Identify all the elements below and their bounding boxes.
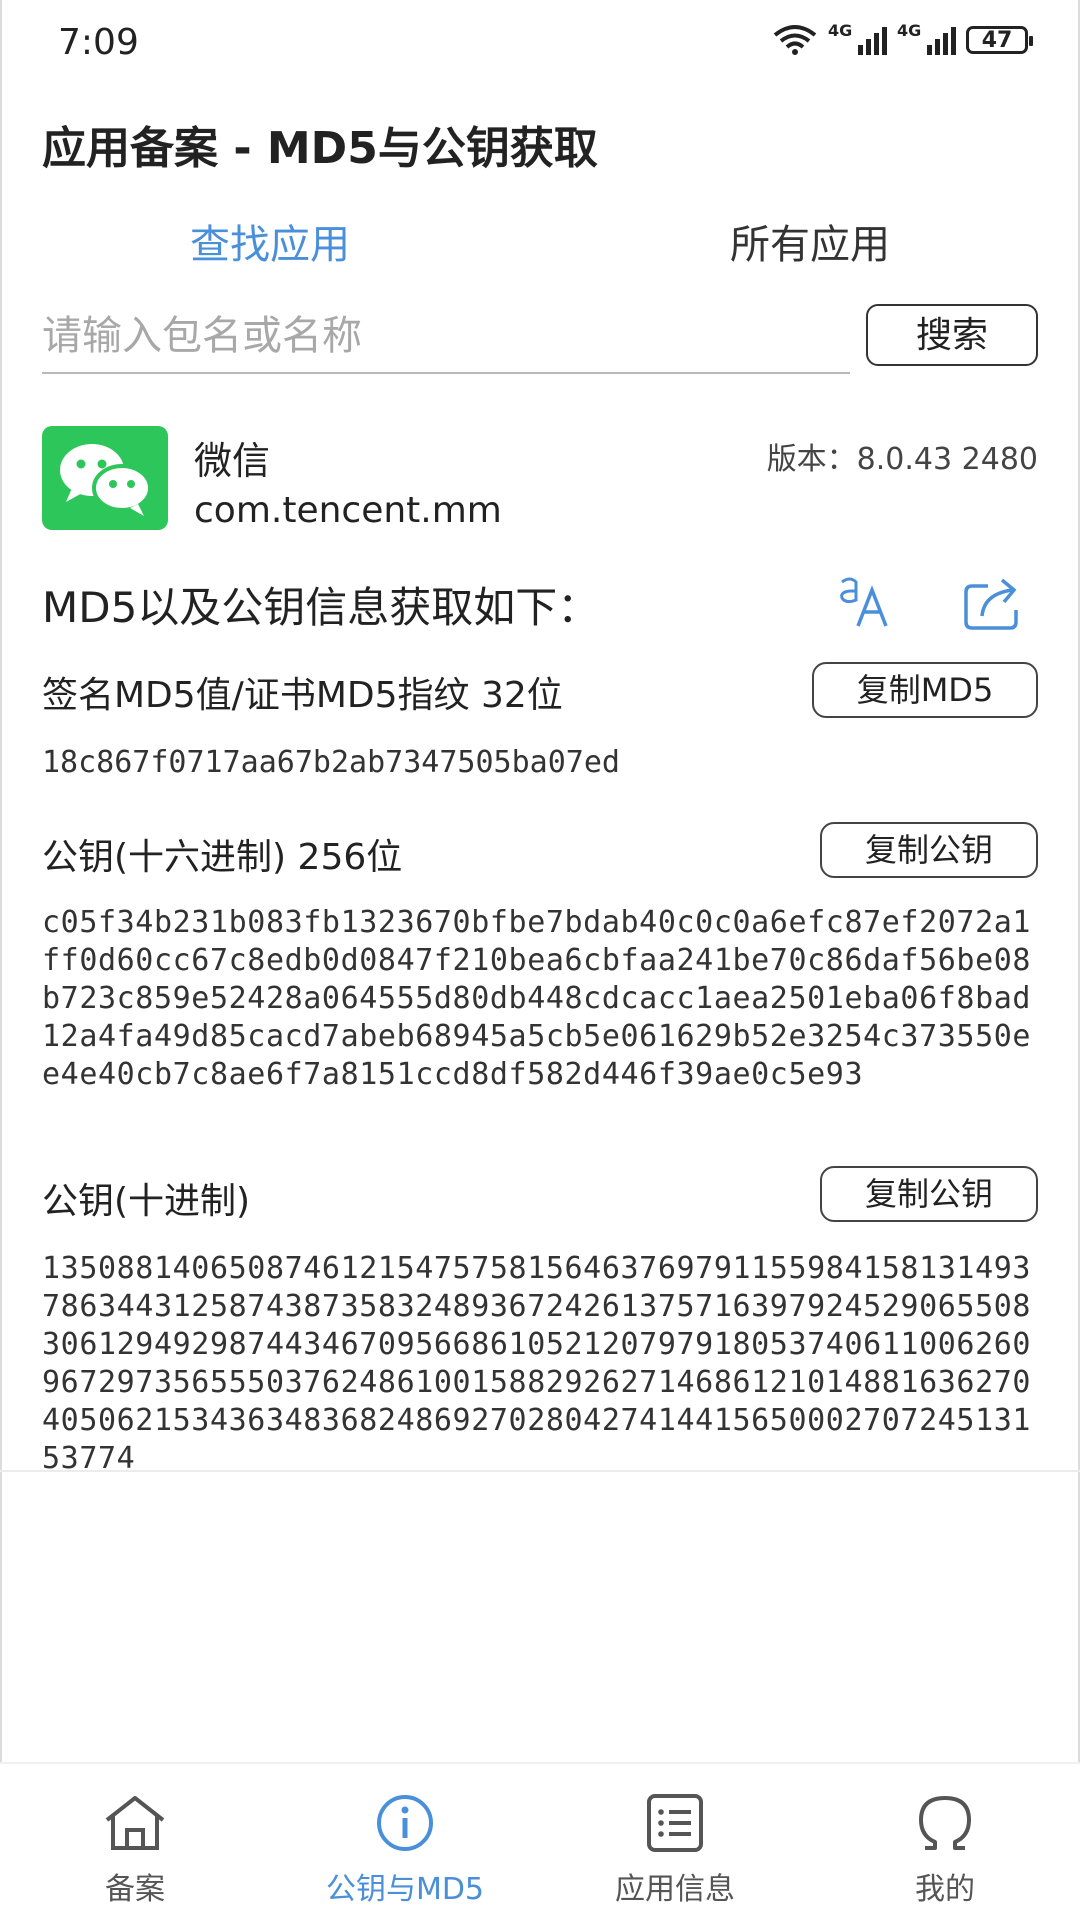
nav-item-filing[interactable]: 备案 (0, 1764, 270, 1922)
cellular-signal-icon-2: 4G (897, 21, 956, 55)
nav-label-pubkey-md5: 公钥与MD5 (325, 1872, 485, 1907)
content-divider (0, 1470, 1080, 1472)
translate-icon[interactable] (836, 574, 896, 630)
network-type-1: 4G (828, 21, 853, 40)
pubkey-dec-value: 1350881406508746121547575815646376979115… (42, 1251, 1032, 1470)
list-icon (647, 1794, 703, 1852)
info-icon (377, 1795, 433, 1851)
copy-pubkey-hex-button[interactable]: 复制公钥 (820, 822, 1038, 878)
network-type-2: 4G (897, 21, 922, 40)
tab-all-apps[interactable]: 所有应用 (540, 212, 1080, 270)
home-icon (105, 1796, 165, 1850)
status-bar: 7:09 4G 4G 47 (0, 0, 1080, 92)
nav-item-pubkey-md5[interactable]: 公钥与MD5 (270, 1764, 540, 1922)
section-heading: MD5以及公钥信息获取如下： (42, 583, 600, 632)
tab-bar: 查找应用 所有应用 (0, 212, 1080, 282)
nav-item-app-info[interactable]: 应用信息 (540, 1764, 810, 1922)
chat-bubbles-icon (60, 444, 152, 516)
battery-icon: 47 (966, 26, 1033, 54)
cellular-signal-icon-1: 4G (828, 21, 887, 55)
status-icons: 4G 4G 47 (772, 21, 1033, 56)
pubkey-hex-value: c05f34b231b083fb1323670bfbe7bdab40c0c0a6… (42, 905, 1032, 1092)
battery-level: 47 (981, 27, 1013, 53)
status-time: 7:09 (58, 22, 139, 63)
search-input[interactable] (42, 300, 850, 374)
window-edge-left (0, 0, 2, 1920)
pubkey-hex-label: 公钥(十六进制) 256位 (42, 837, 403, 878)
md5-label: 签名MD5值/证书MD5指纹 32位 (42, 675, 563, 716)
nav-label-filing: 备案 (105, 1872, 165, 1907)
share-icon[interactable] (962, 574, 1024, 630)
app-package: com.tencent.mm (194, 490, 502, 531)
wechat-app-icon (42, 426, 168, 530)
search-button[interactable]: 搜索 (866, 304, 1038, 366)
wifi-icon (773, 25, 817, 55)
nav-label-app-info: 应用信息 (615, 1872, 735, 1907)
pubkey-dec-label: 公钥(十进制) (42, 1181, 251, 1222)
bottom-navigation: 备案 公钥与MD5 应用信息 我的 (0, 1762, 1080, 1922)
page-title: 应用备案 - MD5与公钥获取 (42, 123, 598, 174)
copy-pubkey-dec-button[interactable]: 复制公钥 (820, 1166, 1038, 1222)
md5-value: 18c867f0717aa67b2ab7347505ba07ed (42, 745, 620, 780)
user-icon (919, 1796, 971, 1850)
nav-item-mine[interactable]: 我的 (810, 1764, 1080, 1922)
app-name: 微信 (194, 439, 271, 483)
search-row: 搜索 (42, 300, 1038, 380)
app-version: 版本：8.0.43 2480 (766, 442, 1038, 477)
nav-label-mine: 我的 (915, 1872, 975, 1907)
tab-find-app[interactable]: 查找应用 (0, 212, 540, 270)
copy-md5-button[interactable]: 复制MD5 (812, 662, 1038, 718)
pubkey-dec-scroll[interactable]: 1350881406508746121547575815646376979115… (42, 1250, 1042, 1470)
